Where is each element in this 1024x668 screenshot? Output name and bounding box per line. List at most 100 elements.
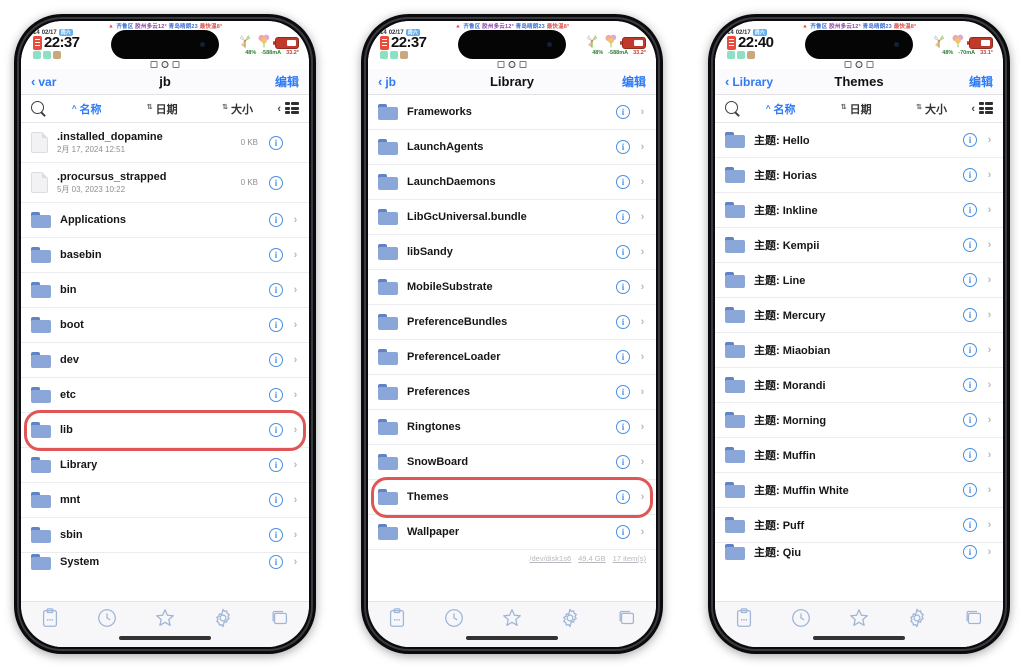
table-row[interactable]: SnowBoard i ›: [368, 445, 656, 480]
disclosure-chevron-icon[interactable]: ›: [986, 519, 993, 531]
disclosure-chevron-icon[interactable]: ›: [292, 389, 299, 401]
table-row[interactable]: sbin i ›: [21, 518, 309, 553]
info-button[interactable]: i: [963, 343, 977, 357]
tab-clipboard[interactable]: [731, 608, 757, 634]
tab-star[interactable]: [846, 608, 872, 634]
sort-by-name[interactable]: ^ 名称: [51, 101, 122, 117]
disclosure-chevron-icon[interactable]: ›: [986, 239, 993, 251]
disclosure-chevron-icon[interactable]: ›: [986, 449, 993, 461]
table-row[interactable]: Applications i ›: [21, 203, 309, 238]
tab-windows[interactable]: [614, 608, 640, 634]
tab-star[interactable]: [152, 608, 178, 634]
table-row[interactable]: dev i ›: [21, 343, 309, 378]
info-button[interactable]: i: [269, 458, 283, 472]
sort-by-date[interactable]: ⇅ 日期: [820, 101, 891, 117]
table-row[interactable]: Preferences i ›: [368, 375, 656, 410]
info-button[interactable]: i: [963, 545, 977, 559]
table-row[interactable]: 主题: Qiu i ›: [715, 543, 1003, 561]
table-row[interactable]: Ringtones i ›: [368, 410, 656, 445]
sort-by-size[interactable]: ⇅ 大小: [896, 101, 967, 117]
sort-by-date[interactable]: ⇅ 日期: [126, 101, 197, 117]
info-button[interactable]: i: [616, 315, 630, 329]
chevron-left-icon[interactable]: ‹: [971, 103, 975, 115]
disclosure-chevron-icon[interactable]: ›: [639, 281, 646, 293]
disclosure-chevron-icon[interactable]: ›: [986, 546, 993, 558]
disclosure-chevron-icon[interactable]: ›: [639, 351, 646, 363]
disclosure-chevron-icon[interactable]: ›: [986, 379, 993, 391]
table-row[interactable]: LaunchAgents i ›: [368, 130, 656, 165]
table-row[interactable]: 主题: Horias i ›: [715, 158, 1003, 193]
info-button[interactable]: i: [269, 175, 283, 190]
disclosure-chevron-icon[interactable]: ›: [986, 484, 993, 496]
disclosure-chevron-icon[interactable]: ›: [986, 414, 993, 426]
info-button[interactable]: i: [963, 273, 977, 287]
view-mode-group[interactable]: ‹: [277, 102, 300, 115]
tab-clipboard[interactable]: [384, 608, 410, 634]
search-icon[interactable]: [724, 100, 741, 117]
info-button[interactable]: i: [963, 413, 977, 427]
tab-gear[interactable]: [904, 608, 930, 634]
info-button[interactable]: i: [963, 483, 977, 497]
table-row[interactable]: System i ›: [21, 553, 309, 571]
table-row[interactable]: 主题: Inkline i ›: [715, 193, 1003, 228]
disclosure-chevron-icon[interactable]: ›: [292, 214, 299, 226]
table-row[interactable]: 主题: Muffin White i ›: [715, 473, 1003, 508]
sort-by-size[interactable]: ⇅ 大小: [202, 101, 273, 117]
table-row[interactable]: PreferenceLoader i ›: [368, 340, 656, 375]
info-button[interactable]: i: [616, 455, 630, 469]
disclosure-chevron-icon[interactable]: ›: [292, 556, 299, 568]
edit-button[interactable]: 编辑: [275, 73, 299, 90]
disclosure-chevron-icon[interactable]: ›: [292, 354, 299, 366]
disclosure-chevron-icon[interactable]: ›: [986, 134, 993, 146]
disclosure-chevron-icon[interactable]: ›: [292, 249, 299, 261]
info-button[interactable]: i: [963, 133, 977, 147]
info-button[interactable]: i: [269, 353, 283, 367]
nav-back-button[interactable]: ‹ jb: [378, 75, 396, 89]
disclosure-chevron-icon[interactable]: ›: [639, 246, 646, 258]
disclosure-chevron-icon[interactable]: ›: [986, 344, 993, 356]
disclosure-chevron-icon[interactable]: ›: [639, 211, 646, 223]
tab-clock[interactable]: [94, 608, 120, 634]
info-button[interactable]: i: [269, 318, 283, 332]
tab-gear[interactable]: [210, 608, 236, 634]
info-button[interactable]: i: [269, 135, 283, 150]
table-row[interactable]: 主题: Kempii i ›: [715, 228, 1003, 263]
table-row[interactable]: Library i ›: [21, 448, 309, 483]
info-button[interactable]: i: [963, 238, 977, 252]
list-view-icon[interactable]: [284, 102, 300, 115]
disclosure-chevron-icon[interactable]: ›: [639, 386, 646, 398]
tab-windows[interactable]: [267, 608, 293, 634]
info-button[interactable]: i: [616, 420, 630, 434]
edit-button[interactable]: 编辑: [969, 73, 993, 90]
disclosure-chevron-icon[interactable]: ›: [639, 456, 646, 468]
info-button[interactable]: i: [963, 448, 977, 462]
tab-windows[interactable]: [961, 608, 987, 634]
home-indicator[interactable]: [119, 636, 211, 640]
table-row[interactable]: 主题: Muffin i ›: [715, 438, 1003, 473]
disclosure-chevron-icon[interactable]: ›: [986, 204, 993, 216]
disclosure-chevron-icon[interactable]: ›: [292, 424, 299, 436]
info-button[interactable]: i: [616, 245, 630, 259]
disclosure-chevron-icon[interactable]: ›: [292, 529, 299, 541]
disclosure-chevron-icon[interactable]: ›: [639, 421, 646, 433]
tab-clock[interactable]: [441, 608, 467, 634]
disclosure-chevron-icon[interactable]: ›: [639, 316, 646, 328]
info-button[interactable]: i: [616, 105, 630, 119]
table-row-highlighted[interactable]: lib i ›: [21, 413, 309, 448]
table-row[interactable]: Wallpaper i ›: [368, 515, 656, 550]
table-row[interactable]: boot i ›: [21, 308, 309, 343]
table-row[interactable]: mnt i ›: [21, 483, 309, 518]
sort-by-name[interactable]: ^ 名称: [745, 101, 816, 117]
search-icon[interactable]: [30, 100, 47, 117]
nav-back-button[interactable]: ‹ Library: [725, 75, 773, 89]
info-button[interactable]: i: [616, 140, 630, 154]
table-row[interactable]: LaunchDaemons i ›: [368, 165, 656, 200]
table-row[interactable]: 主题: Puff i ›: [715, 508, 1003, 543]
table-row[interactable]: basebin i ›: [21, 238, 309, 273]
table-row[interactable]: MobileSubstrate i ›: [368, 270, 656, 305]
chevron-left-icon[interactable]: ‹: [277, 103, 281, 115]
disclosure-chevron-icon[interactable]: ›: [986, 274, 993, 286]
table-row[interactable]: 主题: Line i ›: [715, 263, 1003, 298]
info-button[interactable]: i: [963, 378, 977, 392]
info-button[interactable]: i: [269, 248, 283, 262]
